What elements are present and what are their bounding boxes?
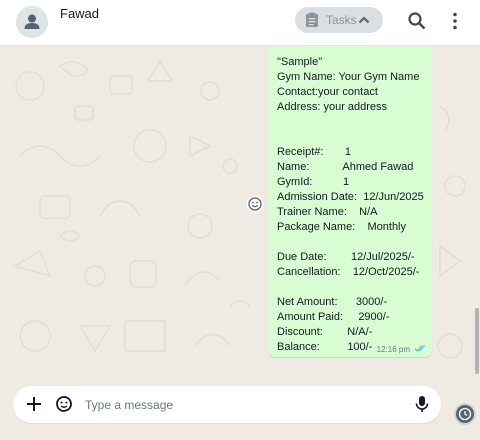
message-line: Cancellation: 12/Oct/2025/- [277, 266, 420, 278]
message-line: Admission Date: 12/Jun/2025 [277, 191, 424, 203]
message-line: Discount: N/A/- [277, 326, 373, 338]
chat-scrollbar[interactable] [475, 308, 479, 374]
avatar[interactable] [16, 6, 48, 38]
smiley-icon[interactable] [246, 195, 264, 213]
message-line: Address: your address [277, 101, 388, 113]
message-line: Package Name: Monthly [277, 221, 407, 233]
chat-header: Fawad Tasks [0, 0, 480, 46]
sticker-icon[interactable] [54, 394, 74, 414]
chevron-up-icon [358, 16, 370, 24]
message-line: Name: Ahmed Fawad [277, 161, 414, 173]
mic-icon[interactable] [412, 394, 432, 414]
tasks-label: Tasks [326, 13, 357, 27]
message-composer [13, 386, 441, 423]
message-time: 12:16 pm [376, 345, 410, 354]
message-line: Amount Paid: 2900/- [277, 311, 390, 323]
more-vert-icon[interactable] [444, 10, 466, 32]
message-line: Receipt#: 1 [277, 146, 351, 158]
message-line: Balance: 100/- [277, 341, 373, 353]
clipboard-icon [306, 12, 318, 27]
double-check-icon [414, 345, 425, 352]
contact-name[interactable]: Fawad [60, 6, 99, 21]
message-line: GymId: 1 [277, 176, 350, 188]
search-icon[interactable] [406, 10, 428, 32]
message-line: Due Date: 12/Jul/2025/- [277, 251, 415, 263]
tasks-button[interactable]: Tasks [295, 7, 383, 33]
message-line: Contact:your contact [277, 86, 378, 98]
message-input[interactable] [83, 391, 387, 419]
plus-icon[interactable] [24, 394, 44, 414]
message-line: Trainer Name: N/A [277, 206, 378, 218]
chat-area[interactable]: "Sample" Gym Name: Your Gym Name Contact:y… [0, 46, 480, 380]
message-line: Gym Name: Your Gym Name [277, 71, 420, 83]
status-icon[interactable] [456, 405, 474, 423]
clock-icon [458, 407, 472, 421]
message-line: Net Amount: 3000/- [277, 296, 388, 308]
message-bubble[interactable]: "Sample" Gym Name: Your Gym Name Contact:y… [268, 46, 432, 357]
person-icon [24, 14, 40, 29]
message-line: "Sample" [277, 56, 323, 68]
